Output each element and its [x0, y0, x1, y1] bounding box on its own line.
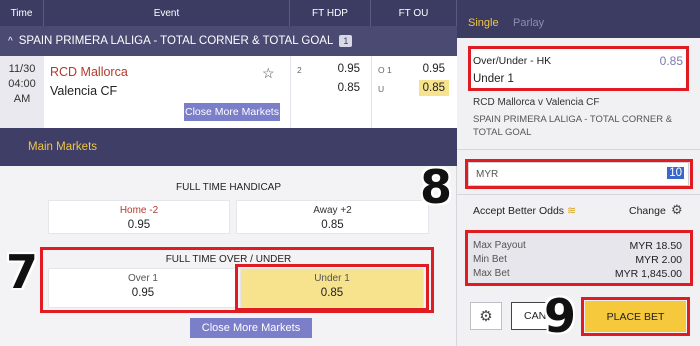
header-time: Time	[0, 0, 44, 26]
match-ampm: AM	[13, 93, 31, 105]
handicap-home-odds: 0.95	[127, 219, 151, 231]
header-ft-hdp: FT HDP	[290, 0, 371, 26]
ft-hdp-column: 2 0.95 0.85	[290, 56, 370, 128]
accept-better-odds-label: Accept Better Odds	[473, 205, 565, 217]
bet-match-name: RCD Mallorca v Valencia CF	[473, 97, 600, 108]
tab-parlay[interactable]: Parlay	[513, 17, 544, 29]
ou-over-label: O 1	[378, 65, 392, 75]
gear-icon: ⚙	[479, 308, 493, 325]
step-8-annotation: 8	[420, 160, 453, 214]
highlight-box-place-bet	[581, 297, 690, 336]
away-team: Valencia CF	[50, 84, 118, 98]
handicap-home-option[interactable]: Home -2 0.95	[48, 200, 230, 234]
match-date: 11/30	[8, 63, 36, 75]
hdp-line: 2	[297, 65, 302, 75]
step-7-annotation: 7	[6, 245, 39, 299]
divider	[457, 194, 700, 195]
league-row[interactable]: ^ SPAIN PRIMERA LALIGA - TOTAL CORNER & …	[0, 26, 457, 56]
highlight-box-selection	[468, 46, 689, 91]
bet-slip: Single Parlay Over/Under - HK 0.85 Under…	[420, 0, 700, 346]
handicap-away-option[interactable]: Away +2 0.85	[236, 200, 429, 234]
handicap-away-label: Away +2	[313, 205, 352, 216]
match-time: 11/30 04:00 AM	[0, 56, 44, 128]
highlight-box-stake	[465, 159, 693, 189]
match-kickoff: 04:00	[8, 78, 36, 90]
gear-icon[interactable]: ⚙	[671, 202, 683, 218]
ou-under-label: U	[378, 84, 385, 94]
close-more-markets-button-bottom[interactable]: Close More Markets	[190, 318, 312, 338]
match-count-badge: 1	[339, 35, 353, 47]
markets-panel: Time Event FT HDP FT OU ^ SPAIN PRIMERA …	[0, 0, 457, 346]
bet-league-name: SPAIN PRIMERA LALIGA - TOTAL CORNER & TO…	[473, 114, 673, 138]
ou-over-odds[interactable]: 0.95	[423, 63, 445, 75]
handicap-home-label: Home -2	[119, 205, 159, 216]
change-odds-button[interactable]: Change	[629, 205, 666, 217]
settings-button[interactable]: ⚙	[470, 302, 502, 330]
highlight-box-under	[235, 264, 429, 311]
ft-handicap-title: FULL TIME HANDICAP	[175, 182, 282, 193]
main-markets-tab[interactable]: Main Markets	[0, 128, 457, 166]
home-team: RCD Mallorca	[50, 65, 128, 79]
handicap-away-odds: 0.85	[321, 219, 344, 231]
highlight-box-limits	[465, 230, 693, 286]
header-event: Event	[44, 0, 290, 26]
coins-icon: ≋	[567, 205, 577, 217]
divider	[457, 149, 700, 150]
close-more-markets-button[interactable]: Close More Markets	[184, 103, 280, 121]
hdp-home-odds[interactable]: 0.95	[338, 63, 360, 75]
header-ft-ou: FT OU	[371, 0, 457, 26]
step-9-annotation: 9	[544, 289, 577, 343]
league-name: SPAIN PRIMERA LALIGA - TOTAL CORNER & TO…	[18, 35, 334, 47]
ou-under-odds[interactable]: 0.85	[418, 80, 449, 96]
ft-ou-column: O 1 U 0.95 0.85	[371, 56, 457, 128]
hdp-away-odds[interactable]: 0.85	[338, 82, 360, 94]
star-outline-icon[interactable]: ☆	[262, 65, 275, 82]
match-row: 11/30 04:00 AM RCD Mallorca Valencia CF …	[0, 56, 457, 128]
tab-single[interactable]: Single	[468, 17, 499, 29]
chevron-up-icon[interactable]: ^	[8, 36, 13, 47]
bet-slip-tabs: Single Parlay	[457, 0, 700, 38]
